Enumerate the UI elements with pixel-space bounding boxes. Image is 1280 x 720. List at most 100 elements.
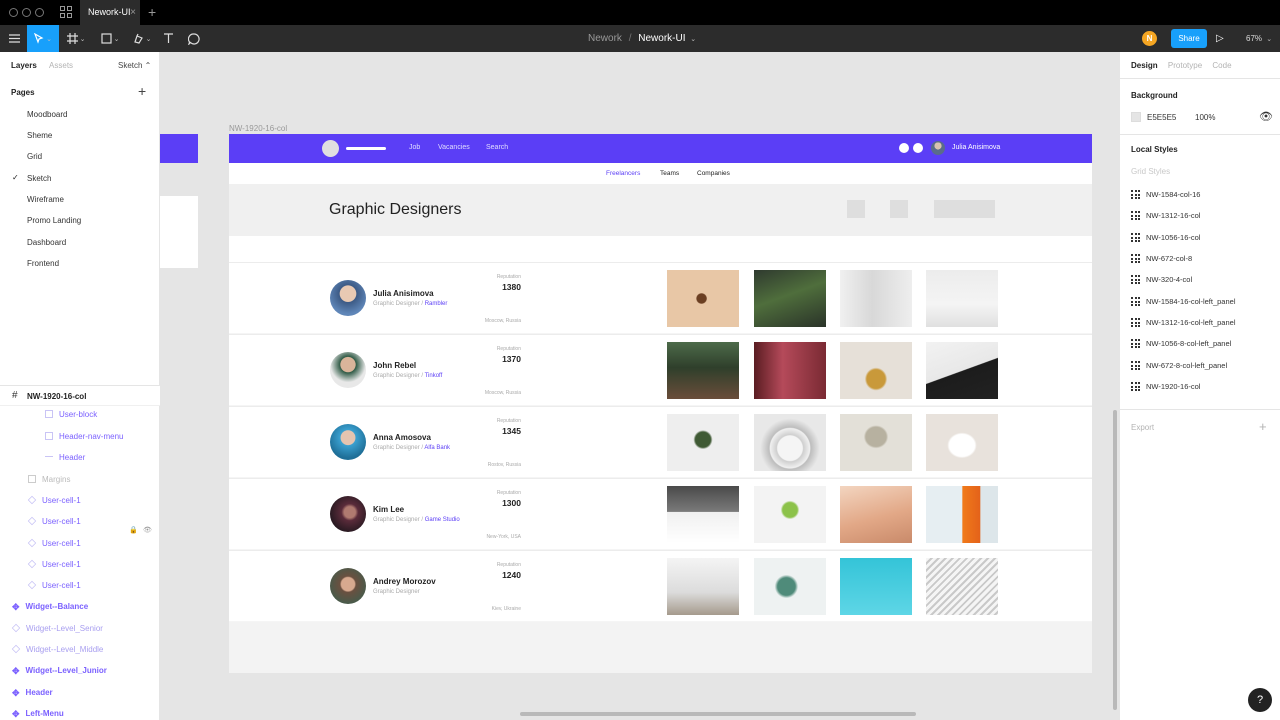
file-tab[interactable]: Nework-UI × [80,0,140,25]
portfolio-image[interactable] [754,414,826,471]
zoom-dropdown[interactable]: 67% ⌄ [1246,25,1272,52]
new-tab-icon[interactable]: + [148,0,156,25]
visibility-eye-icon[interactable]: 👁 [1259,110,1273,123]
background-color-swatch[interactable] [1131,112,1141,122]
grid-style-item[interactable]: NW-1312-16-col-left_panel [1131,318,1236,327]
share-button[interactable]: Share [1171,29,1207,48]
portfolio-image[interactable] [667,486,739,543]
message-dot[interactable] [913,143,923,153]
help-button[interactable]: ? [1248,688,1272,712]
avatar[interactable] [931,141,945,155]
portfolio-image[interactable] [667,342,739,399]
comment-tool[interactable] [186,25,202,52]
user-name[interactable]: Julia Anisimova [373,289,434,298]
hidden-eye-icon[interactable]: 👁 [143,526,152,534]
portfolio-image[interactable] [667,270,739,327]
sort-placeholder[interactable] [934,200,995,218]
tab-teams[interactable]: Teams [660,170,679,177]
layer-item[interactable]: ✥ Widget--Balance [12,602,88,613]
layer-frame[interactable]: # NW-1920-16-col [0,386,160,406]
avatar[interactable]: N [1142,31,1157,46]
frame-tool[interactable]: ⌄ [62,25,90,52]
user-row[interactable]: Julia Anisimova Graphic Designer / Rambl… [229,262,1092,333]
project-name[interactable]: Nework [588,33,622,44]
layer-item[interactable]: User-cell-1 [27,538,81,548]
user-row[interactable]: Anna Amosova Graphic Designer / Alfa Ban… [229,406,1092,477]
adjacent-frame-header[interactable] [160,134,198,163]
layer-item[interactable]: Header [45,453,85,462]
lock-icon[interactable]: 🔒 [129,526,138,534]
layer-item[interactable]: Widget--Level_Senior [11,623,103,633]
layer-item[interactable]: Margins [28,475,70,484]
frame-name-label[interactable]: NW-1920-16-col [229,124,287,133]
page-item-active[interactable]: Sketch [27,174,51,183]
layer-item[interactable]: User-cell-1 [27,495,81,505]
page-item[interactable]: Grid [27,152,42,161]
add-export-icon[interactable]: + [1259,419,1267,434]
portfolio-image[interactable] [754,486,826,543]
grid-style-item[interactable]: NW-1056-8-col-left_panel [1131,339,1231,348]
page-item[interactable]: Wireframe [27,195,64,204]
user-row[interactable]: John Rebel Graphic Designer / Tinkoff Re… [229,334,1092,405]
portfolio-image[interactable] [926,558,998,615]
canvas[interactable]: NW-1920-16-col Job Vacancies Search Juli… [160,52,1119,720]
grid-style-item[interactable]: NW-1584-col-16 [1131,190,1200,199]
adjacent-frame-body[interactable] [160,196,198,268]
portfolio-image[interactable] [840,486,912,543]
tab-code[interactable]: Code [1212,61,1231,70]
nav-link-job[interactable]: Job [409,144,420,151]
layer-item[interactable]: ✥ Left-Menu [12,709,64,720]
close-tab-icon[interactable]: × [130,0,136,25]
tab-freelancers[interactable]: Freelancers [606,170,640,177]
nav-link-vacancies[interactable]: Vacancies [438,144,470,151]
portfolio-image[interactable] [840,558,912,615]
portfolio-image[interactable] [926,486,998,543]
filter-placeholder[interactable] [847,200,865,218]
maximize-window-icon[interactable] [35,8,44,17]
shape-tool[interactable]: ⌄ [96,25,124,52]
grid-style-item[interactable]: NW-1584-16-col-left_panel [1131,297,1236,306]
layer-item[interactable]: Header-nav-menu [45,432,123,441]
layer-item[interactable]: ✥ Widget--Level_Junior [12,666,107,677]
file-name[interactable]: Nework-UI [638,33,685,44]
grid-style-item[interactable]: NW-320-4-col [1131,275,1192,284]
portfolio-image[interactable] [840,342,912,399]
tab-companies[interactable]: Companies [697,170,730,177]
layer-item[interactable]: User-cell-1 [27,516,81,526]
user-name[interactable]: Andrey Morozov [373,577,436,586]
portfolio-image[interactable] [754,270,826,327]
page-item[interactable]: Frontend [27,259,59,268]
grid-style-item[interactable]: NW-1312-16-col [1131,211,1200,220]
add-page-icon[interactable]: + [138,83,146,99]
nav-link-search[interactable]: Search [486,144,508,151]
vertical-scrollbar[interactable] [1113,410,1117,710]
present-play-icon[interactable]: ▷ [1216,25,1224,52]
filter-placeholder[interactable] [890,200,908,218]
portfolio-image[interactable] [754,558,826,615]
grid-style-item[interactable]: NW-1920-16-col [1131,382,1200,391]
minimize-window-icon[interactable] [22,8,31,17]
company-link[interactable]: Rambler [425,301,448,307]
move-tool[interactable]: ⌄ [27,25,59,52]
user-row[interactable]: Andrey Morozov Graphic Designer Reputati… [229,550,1092,621]
header-user-name[interactable]: Julia Anisimova [952,144,1000,151]
background-hex-input[interactable]: E5E5E5 [1147,113,1176,122]
layer-item[interactable]: Widget--Level_Middle [11,644,103,654]
user-name[interactable]: Anna Amosova [373,433,431,442]
portfolio-image[interactable] [926,414,998,471]
notification-dot[interactable] [899,143,909,153]
portfolio-image[interactable] [926,270,998,327]
close-window-icon[interactable] [9,8,18,17]
company-link[interactable]: Alfa Bank [424,445,450,451]
tab-design[interactable]: Design [1131,61,1158,70]
text-tool[interactable] [160,25,176,52]
company-link[interactable]: Game Studio [425,517,460,523]
tab-prototype[interactable]: Prototype [1168,61,1202,70]
home-grid-icon[interactable] [60,6,72,18]
page-selector[interactable]: Sketch ⌃ [118,61,151,70]
chevron-down-icon[interactable]: ⌄ [690,36,696,43]
page-item[interactable]: Dashboard [27,238,66,247]
company-link[interactable]: Tinkoff [425,373,443,379]
grid-style-item[interactable]: NW-1056-16-col [1131,233,1200,242]
layer-item[interactable]: User-cell-1 [27,559,81,569]
